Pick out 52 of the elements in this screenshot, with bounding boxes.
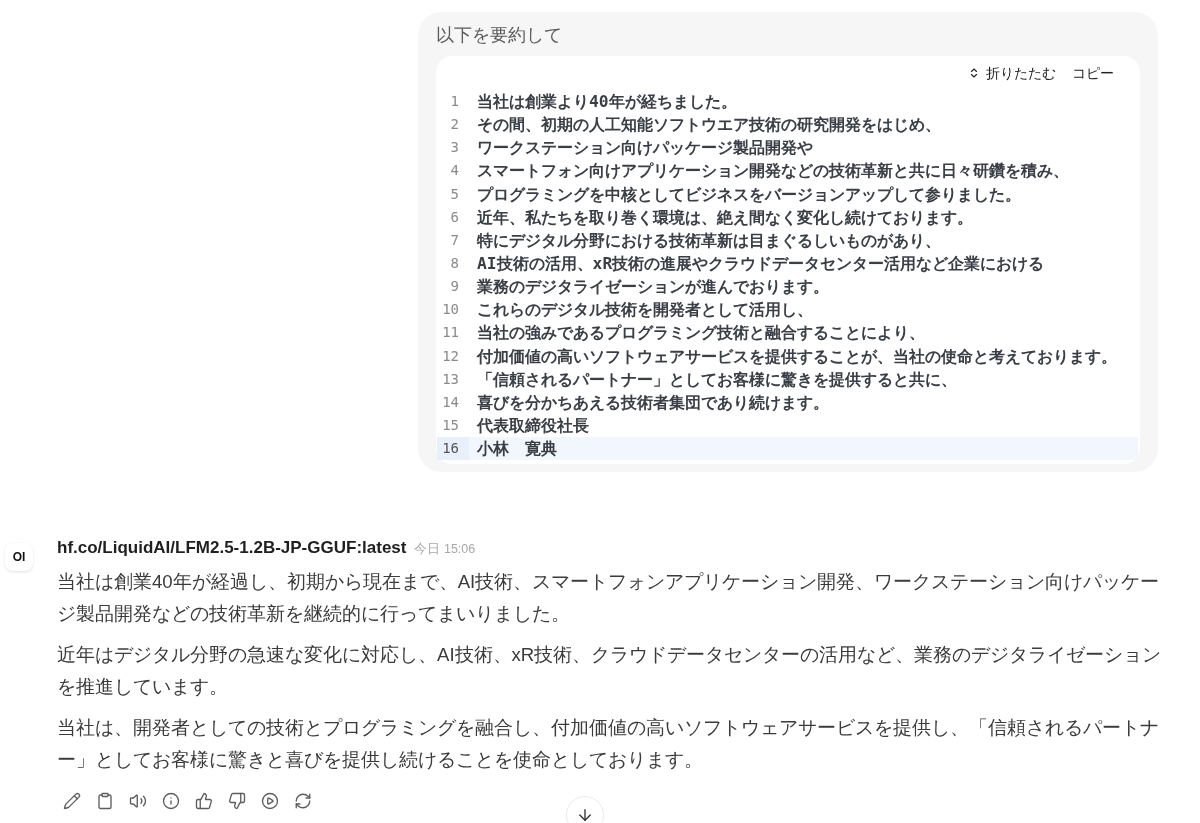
model-name: hf.co/LiquidAI/LFM2.5-1.2B-JP-GGUF:latest [57,537,407,560]
code-line-text: 当社は創業より40年が経ちました。 [477,91,737,113]
arrow-down-icon [576,806,594,823]
code-line-text: これらのデジタル技術を開発者として活用し、 [477,299,813,322]
copy-code-button[interactable]: コピー [1072,63,1114,83]
code-line-text: 業務のデジタライゼーションが進んでおります。 [477,276,829,299]
code-line-text: 当社の強みであるプログラミング技術と融合することにより、 [477,322,925,345]
chevrons-up-down-icon [968,67,980,79]
thumbs-down-icon [228,792,246,811]
line-number: 10 [441,300,460,320]
response-paragraph: 当社は、開発者としての技術とプログラミングを融合し、付加価値の高いソフトウェアサービスを提供し、「信頼されるパートナー」としてお客様に驚きと喜びを提供し続けることを使命としております。 [57,716,1160,773]
code-line-text: AI技術の活用、xR技術の進展やクラウドデータセンター活用など企業における [477,253,1045,275]
code-line-text: スマートフォン向けアプリケーション開発などの技術革新と共に日々研鑽を積み、 [477,160,1069,183]
collapse-button[interactable]: 折りたたむ [968,63,1056,83]
line-number: 1 [449,92,460,111]
line-number: 6 [449,207,460,227]
clipboard-icon [96,792,114,811]
line-number: 14 [441,392,460,412]
response-paragraph: 近年はデジタル分野の急速な変化に対応し、AI技術、xR技術、クラウドデータセンターの活用など、業務のデジタライゼーションを推進しています。 [57,643,1163,700]
refresh-icon [294,792,312,811]
line-number: 5 [449,184,460,204]
model-avatar: OI [5,543,33,572]
user-message-text: 以下を要約して [436,24,562,47]
code-line-text: その間、初期の人工知能ソフトウエア技術の研究開発をはじめ、 [477,114,941,137]
response-paragraph: 当社は創業40年が経過し、初期から現在まで、AI技術、スマートフォンアプリケーション開発、ワークステーション向けパッケージ製品開発などの技術革新を継続的に行ってまいりました。 [57,570,1161,627]
code-line-text: プログラミングを中核としてビジネスをバージョンアップして参りました。 [477,183,1021,206]
line-number: 12 [441,346,460,366]
info-icon [162,792,180,811]
code-line-text: 喜びを分かちあえる技術者集団であり続けます。 [477,391,829,414]
message-timestamp: 今日 15:06 [414,541,476,558]
speaker-icon [129,792,147,811]
code-line-text: 付加価値の高いソフトウェアサービスを提供することが、当社の使命と考えております。 [477,345,1117,368]
scroll-down-button[interactable] [566,796,604,823]
code-line-text: 「信頼されるパートナー」としてお客様に驚きを提供すると共に、 [477,368,957,391]
line-number: 7 [449,230,460,250]
pencil-icon [63,792,81,811]
line-number: 2 [449,115,460,135]
line-number: 15 [441,415,460,435]
line-number: 11 [441,323,460,343]
line-number: 9 [449,277,460,297]
code-line-text: ワークステーション向けパッケージ製品開発や [477,137,813,160]
line-number: 13 [441,369,460,389]
line-number: 16 [437,437,469,461]
thumbs-up-icon [195,792,213,811]
line-number: 4 [449,161,460,181]
play-icon [261,792,279,811]
line-number: 3 [449,138,460,158]
code-line-text: 近年、私たちを取り巻く環境は、絶え間なく変化し続けております。 [477,206,973,229]
code-line-text: 特にデジタル分野における技術革新は目まぐるしいものがあり、 [477,229,941,252]
code-line-text: 代表取締役社長 [477,414,589,437]
line-number: 8 [449,254,460,273]
code-line-text: 小林 寛典 [477,438,557,461]
